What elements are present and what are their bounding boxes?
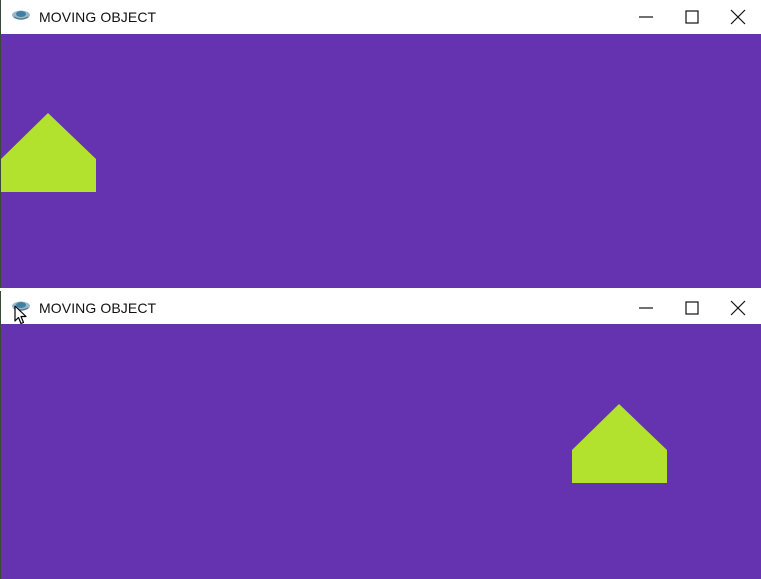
minimize-button[interactable]	[623, 291, 669, 323]
moving-object-window-bottom: MOVING OBJECT	[0, 291, 761, 579]
maximize-button[interactable]	[669, 0, 715, 32]
maximize-icon	[685, 10, 699, 24]
house-shape	[1, 113, 96, 192]
maximize-icon	[685, 301, 699, 315]
close-icon	[730, 9, 746, 25]
moving-object-window-top: MOVING OBJECT	[0, 0, 761, 290]
close-icon	[730, 300, 746, 316]
app-icon[interactable]	[11, 7, 31, 25]
drawing-canvas	[1, 34, 761, 288]
arrow-cursor-icon	[14, 305, 27, 325]
title-bar[interactable]: MOVING OBJECT	[1, 0, 761, 34]
window-title: MOVING OBJECT	[39, 9, 157, 25]
house-shape	[572, 404, 667, 483]
title-bar[interactable]: MOVING OBJECT	[1, 291, 761, 325]
drawing-canvas	[1, 324, 761, 579]
close-button[interactable]	[715, 0, 761, 32]
window-title: MOVING OBJECT	[39, 300, 157, 316]
close-button[interactable]	[715, 291, 761, 323]
minimize-icon	[639, 16, 653, 18]
maximize-button[interactable]	[669, 291, 715, 323]
minimize-icon	[639, 307, 653, 309]
minimize-button[interactable]	[623, 0, 669, 32]
